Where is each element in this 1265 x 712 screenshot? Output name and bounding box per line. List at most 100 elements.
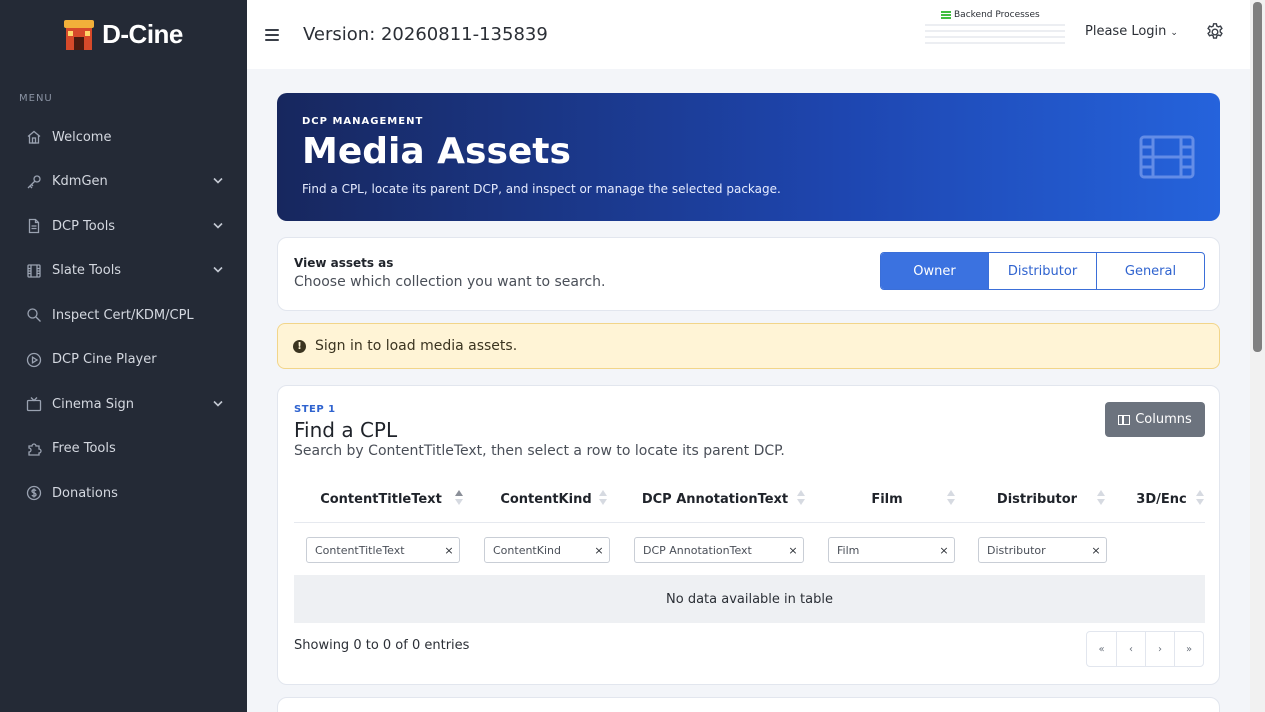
column-header-3d-enc[interactable]: 3D/Enc	[1118, 476, 1205, 522]
clear-filter-icon[interactable]: ×	[1086, 544, 1106, 557]
film-icon	[1139, 135, 1195, 179]
hero-subtitle: Find a CPL, locate its parent DCP, and i…	[302, 182, 781, 196]
sidebar-item-dcp-tools[interactable]: DCP Tools	[0, 204, 247, 249]
next-section-card	[277, 697, 1220, 712]
sidebar-item-donations[interactable]: Donations	[0, 471, 247, 516]
table-header: ContentTitleText ContentKind DCP Annotat…	[294, 476, 1205, 523]
clear-filter-icon[interactable]: ×	[439, 544, 459, 557]
page-scrollbar[interactable]	[1250, 0, 1265, 712]
column-header-label: ContentKind	[500, 491, 592, 507]
tv-icon	[25, 395, 43, 413]
view-as-heading: View assets as	[294, 256, 394, 270]
topbar: Version: 20260811-135839 Backend Process…	[247, 0, 1250, 69]
filter-dcp-annotationtext: ×	[634, 537, 804, 563]
sidebar-item-label: Cinema Sign	[52, 396, 135, 412]
sidebar-item-cinema-sign[interactable]: Cinema Sign	[0, 382, 247, 427]
filter-input[interactable]	[493, 543, 589, 557]
bars-icon	[941, 11, 951, 19]
sidebar-item-inspect[interactable]: Inspect Cert/KDM/CPL	[0, 293, 247, 338]
sidebar-item-label: Welcome	[52, 129, 112, 145]
filter-distributor: ×	[978, 537, 1107, 563]
hero-eyebrow: DCP MANAGEMENT	[302, 116, 424, 127]
home-icon	[25, 128, 43, 146]
chevron-down-icon: ⌄	[1170, 28, 1178, 38]
next-page-button[interactable]: ›	[1145, 632, 1174, 666]
sort-icon	[598, 490, 608, 508]
sidebar-item-kdmgen[interactable]: KdmGen	[0, 160, 247, 205]
sidebar: D-Cine MENU Welcome KdmGen DCP Tools Sla…	[0, 0, 247, 712]
sort-icon	[796, 490, 806, 508]
scrollbar-thumb[interactable]	[1253, 2, 1262, 352]
sidebar-item-free-tools[interactable]: Free Tools	[0, 427, 247, 472]
cinema-logo-icon	[64, 19, 95, 50]
sort-icon	[946, 490, 956, 508]
chevron-down-icon	[213, 265, 223, 276]
view-general-button[interactable]: General	[1096, 253, 1204, 289]
login-label: Please Login	[1085, 24, 1167, 39]
column-header-label: Distributor	[996, 491, 1078, 507]
chevron-down-icon	[213, 176, 223, 187]
clear-filter-icon[interactable]: ×	[783, 544, 803, 557]
signin-alert: ! Sign in to load media assets.	[277, 323, 1220, 369]
column-header-film[interactable]: Film	[818, 476, 956, 522]
filter-contentkind: ×	[484, 537, 610, 563]
clear-filter-icon[interactable]: ×	[589, 544, 609, 557]
filter-input[interactable]	[315, 543, 439, 557]
chevron-down-icon	[213, 221, 223, 232]
brand[interactable]: D-Cine	[0, 0, 247, 69]
table-info: Showing 0 to 0 of 0 entries	[294, 638, 470, 653]
sidebar-item-label: Slate Tools	[52, 263, 122, 279]
empty-message: No data available in table	[666, 591, 833, 607]
login-dropdown[interactable]: Please Login ⌄	[1085, 24, 1178, 39]
sidebar-item-welcome[interactable]: Welcome	[0, 115, 247, 160]
sidebar-item-label: Free Tools	[52, 441, 116, 457]
sidebar-item-label: KdmGen	[52, 174, 108, 190]
view-as-description: Choose which collection you want to sear…	[294, 274, 606, 290]
step-label: STEP 1	[294, 404, 336, 415]
puzzle-icon	[25, 440, 43, 458]
filter-input[interactable]	[987, 543, 1086, 557]
columns-button[interactable]: Columns	[1105, 402, 1205, 437]
column-header-distributor[interactable]: Distributor	[968, 476, 1106, 522]
filter-input[interactable]	[837, 543, 934, 557]
table-empty-row: No data available in table	[294, 575, 1205, 623]
column-header-label: DCP AnnotationText	[641, 491, 789, 507]
column-header-label: 3D/Enc	[1136, 491, 1187, 507]
column-header-dcp-annotationtext[interactable]: DCP AnnotationText	[624, 476, 806, 522]
step-title: Find a CPL	[294, 418, 398, 442]
alert-text: Sign in to load media assets.	[315, 338, 518, 354]
pagination: « ‹ › »	[1086, 631, 1204, 667]
sidebar-item-label: Donations	[52, 485, 118, 501]
gear-icon[interactable]	[1205, 22, 1225, 42]
clear-filter-icon[interactable]: ×	[934, 544, 954, 557]
sidebar-item-cine-player[interactable]: DCP Cine Player	[0, 338, 247, 383]
view-as-toggle: Owner Distributor General	[880, 252, 1205, 290]
info-icon: !	[293, 339, 306, 353]
sidebar-item-label: DCP Cine Player	[52, 352, 157, 368]
column-header-contenttitletext[interactable]: ContentTitleText	[294, 476, 468, 522]
key-icon	[25, 173, 43, 191]
backend-processes[interactable]: Backend Processes	[925, 10, 1065, 48]
column-header-label: Film	[871, 491, 903, 507]
find-cpl-card: STEP 1 Find a CPL Search by ContentTitle…	[277, 385, 1220, 685]
brand-name: D-Cine	[102, 19, 183, 49]
previous-page-button[interactable]: ‹	[1116, 632, 1145, 666]
view-distributor-button[interactable]: Distributor	[988, 253, 1096, 289]
page-title: Media Assets	[302, 131, 571, 172]
menu-toggle-icon[interactable]	[265, 28, 279, 41]
column-header-contentkind[interactable]: ContentKind	[480, 476, 612, 522]
filter-contenttitletext: ×	[306, 537, 460, 563]
last-page-button[interactable]: »	[1174, 632, 1203, 666]
chevron-down-icon	[213, 399, 223, 410]
first-page-button[interactable]: «	[1087, 632, 1116, 666]
view-owner-button[interactable]: Owner	[881, 253, 988, 289]
play-icon	[25, 351, 43, 369]
backend-processes-label: Backend Processes	[954, 10, 1040, 20]
dollar-icon	[25, 484, 43, 502]
backend-process-list	[925, 24, 1065, 44]
sort-icon	[1096, 490, 1106, 508]
columns-button-label: Columns	[1135, 412, 1192, 427]
version-label: Version: 20260811-135839	[303, 24, 548, 45]
sidebar-item-slate-tools[interactable]: Slate Tools	[0, 249, 247, 294]
filter-input[interactable]	[643, 543, 783, 557]
